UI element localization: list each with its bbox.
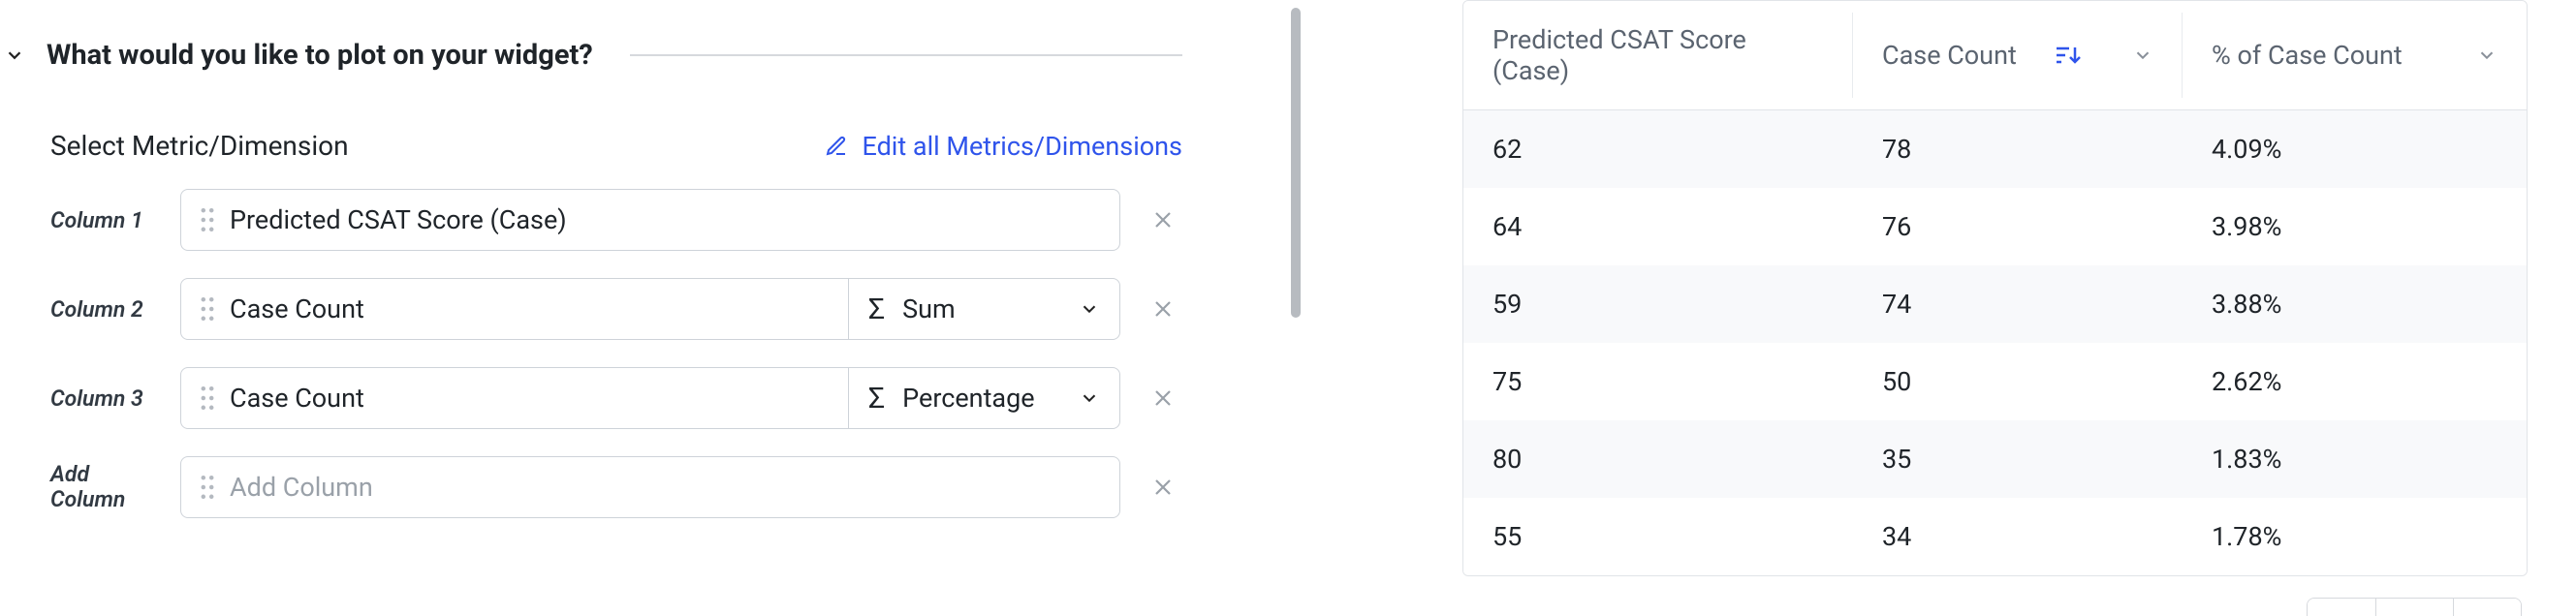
edit-all-link[interactable]: Edit all Metrics/Dimensions xyxy=(825,131,1182,162)
column-label: Column 3 xyxy=(50,385,157,412)
sigma-icon: Σ xyxy=(868,382,885,416)
field-value: Case Count xyxy=(230,293,364,324)
header-cell-pct-case-count[interactable]: % of Case Count xyxy=(2183,1,2527,110)
header-label: Predicted CSAT Score (Case) xyxy=(1492,24,1824,86)
table-footer: Showing 1 - 20 of 80 Rows 1 xyxy=(1462,598,2528,616)
table-row[interactable]: 62784.09% xyxy=(1463,110,2527,188)
add-column-placeholder: Add Column xyxy=(230,472,373,503)
aggregate-value: Percentage xyxy=(902,383,1034,414)
drag-handle-icon[interactable] xyxy=(201,385,214,412)
table-cell: 74 xyxy=(1853,265,2183,343)
chevron-down-icon[interactable] xyxy=(2476,45,2497,66)
remove-column-button[interactable] xyxy=(1144,297,1182,321)
section-title: What would you like to plot on your widg… xyxy=(47,39,593,72)
aggregate-value: Sum xyxy=(902,293,956,324)
sigma-icon: Σ xyxy=(868,293,885,326)
drag-handle-icon[interactable] xyxy=(201,295,214,323)
header-cell-case-count[interactable]: Case Count xyxy=(1853,1,2183,110)
add-column-row: Add Column Add Column xyxy=(50,456,1182,518)
table-body: 62784.09%64763.98%59743.88%75502.62%8035… xyxy=(1463,110,2527,575)
panel-divider xyxy=(1289,0,1303,616)
aggregate-selector[interactable]: Σ Percentage xyxy=(848,368,1119,428)
chevron-down-icon[interactable] xyxy=(0,41,29,70)
drag-handle-icon[interactable] xyxy=(201,474,214,501)
header-label: Case Count xyxy=(1882,40,2017,71)
table-cell: 75 xyxy=(1463,343,1853,420)
remove-column-button[interactable] xyxy=(1144,476,1182,499)
aggregate-selector[interactable]: Σ Sum xyxy=(848,279,1119,339)
column-field-1[interactable]: Predicted CSAT Score (Case) xyxy=(180,189,1120,251)
select-metric-label: Select Metric/Dimension xyxy=(50,130,349,162)
drag-handle-icon[interactable] xyxy=(201,206,214,233)
table-cell: 3.98% xyxy=(2183,188,2527,265)
header-cell-predicted-csat[interactable]: Predicted CSAT Score (Case) xyxy=(1463,1,1853,110)
edit-all-text: Edit all Metrics/Dimensions xyxy=(862,131,1182,162)
column-row-1: Column 1 Predicted CSAT Score (Case) xyxy=(50,189,1182,251)
table-cell: 1.78% xyxy=(2183,498,2527,575)
table-cell: 34 xyxy=(1853,498,2183,575)
page-number[interactable]: 1 xyxy=(2375,599,2453,616)
pencil-icon xyxy=(825,135,848,158)
column-field-2[interactable]: Case Count Σ Sum xyxy=(180,278,1120,340)
column-label: Column 1 xyxy=(50,207,157,233)
config-panel: What would you like to plot on your widg… xyxy=(0,0,1289,616)
table-cell: 78 xyxy=(1853,110,2183,188)
field-value: Case Count xyxy=(230,383,364,414)
chevron-down-icon[interactable] xyxy=(2132,45,2153,66)
table-cell: 80 xyxy=(1463,420,1853,498)
table-cell: 3.88% xyxy=(2183,265,2527,343)
table-cell: 76 xyxy=(1853,188,2183,265)
add-column-label: Add Column xyxy=(50,462,157,513)
page-next-button[interactable] xyxy=(2453,599,2521,616)
column-field-3[interactable]: Case Count Σ Percentage xyxy=(180,367,1120,429)
table-cell: 1.83% xyxy=(2183,420,2527,498)
table-head: Predicted CSAT Score (Case) Case Count xyxy=(1463,1,2527,110)
field-selector[interactable]: Add Column xyxy=(181,472,1119,503)
add-column-field[interactable]: Add Column xyxy=(180,456,1120,518)
scrollbar-thumb[interactable] xyxy=(1291,8,1301,318)
header-row: Predicted CSAT Score (Case) Case Count xyxy=(1463,1,2527,110)
table-cell: 59 xyxy=(1463,265,1853,343)
chevron-down-icon xyxy=(1079,387,1100,409)
table-row[interactable]: 64763.98% xyxy=(1463,188,2527,265)
field-selector[interactable]: Case Count xyxy=(181,383,848,414)
data-table: Predicted CSAT Score (Case) Case Count xyxy=(1462,0,2528,576)
table-cell: 55 xyxy=(1463,498,1853,575)
page-prev-button[interactable] xyxy=(2308,599,2375,616)
column-row-3: Column 3 Case Count Σ Percentage xyxy=(50,367,1182,429)
table-cell: 50 xyxy=(1853,343,2183,420)
field-selector[interactable]: Predicted CSAT Score (Case) xyxy=(181,204,1119,235)
column-row-2: Column 2 Case Count Σ Sum xyxy=(50,278,1182,340)
table-cell: 62 xyxy=(1463,110,1853,188)
section-header[interactable]: What would you like to plot on your widg… xyxy=(0,39,1289,72)
metric-subheader-row: Select Metric/Dimension Edit all Metrics… xyxy=(50,130,1289,162)
table-cell: 2.62% xyxy=(2183,343,2527,420)
field-value: Predicted CSAT Score (Case) xyxy=(230,204,567,235)
remove-column-button[interactable] xyxy=(1144,386,1182,410)
pager: 1 xyxy=(2307,598,2522,616)
table-row[interactable]: 80351.83% xyxy=(1463,420,2527,498)
remove-column-button[interactable] xyxy=(1144,208,1182,231)
chevron-down-icon xyxy=(1079,298,1100,320)
column-label: Column 2 xyxy=(50,296,157,323)
table-cell: 64 xyxy=(1463,188,1853,265)
field-selector[interactable]: Case Count xyxy=(181,293,848,324)
sort-desc-icon[interactable] xyxy=(2056,45,2081,66)
header-label: % of Case Count xyxy=(2212,40,2403,71)
table-row[interactable]: 59743.88% xyxy=(1463,265,2527,343)
app-root: What would you like to plot on your widg… xyxy=(0,0,2576,616)
table-cell: 4.09% xyxy=(2183,110,2527,188)
preview-panel: Predicted CSAT Score (Case) Case Count xyxy=(1303,0,2576,616)
table-cell: 35 xyxy=(1853,420,2183,498)
divider-line xyxy=(630,54,1182,56)
table-row[interactable]: 75502.62% xyxy=(1463,343,2527,420)
table-row[interactable]: 55341.78% xyxy=(1463,498,2527,575)
